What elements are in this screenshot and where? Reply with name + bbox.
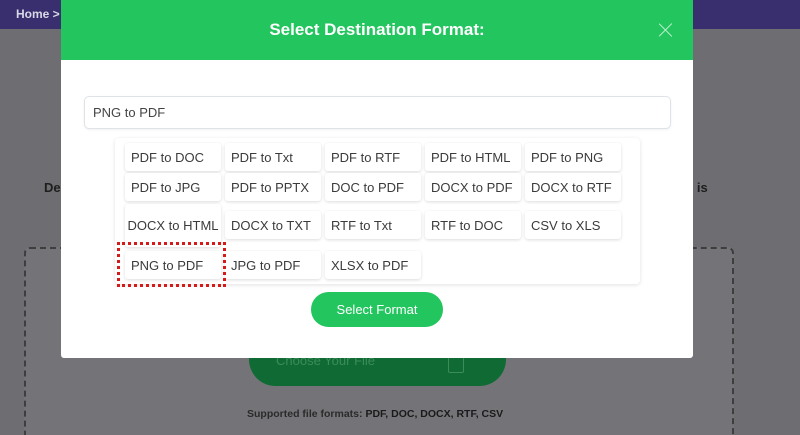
select-format-button[interactable]: Select Format: [311, 292, 443, 327]
background-description-left: De: [44, 180, 61, 195]
format-option[interactable]: PDF to DOC: [125, 143, 221, 171]
supported-formats-list: PDF, DOC, DOCX, RTF, CSV: [365, 408, 504, 420]
format-option[interactable]: DOCX to HTML: [125, 204, 221, 247]
format-option[interactable]: RTF to DOC: [425, 211, 521, 239]
format-option[interactable]: PDF to HTML: [425, 143, 521, 171]
modal-header: Select Destination Format:: [61, 0, 693, 60]
breadcrumb-home[interactable]: Home >: [16, 7, 60, 21]
format-option[interactable]: DOCX to PDF: [425, 173, 521, 201]
supported-formats-text: Supported file formats: PDF, DOC, DOCX, …: [247, 408, 503, 420]
format-options-panel: PDF to DOC PDF to Txt PDF to RTF PDF to …: [115, 138, 640, 284]
format-option[interactable]: PDF to PPTX: [225, 173, 321, 201]
format-option[interactable]: CSV to XLS: [525, 211, 621, 239]
format-option[interactable]: PDF to JPG: [125, 173, 221, 201]
format-option[interactable]: PDF to Txt: [225, 143, 321, 171]
format-option[interactable]: DOCX to RTF: [525, 173, 621, 201]
format-option[interactable]: DOC to PDF: [325, 173, 421, 201]
format-option[interactable]: DOCX to TXT: [225, 211, 321, 239]
close-icon[interactable]: [659, 23, 673, 37]
format-option[interactable]: XLSX to PDF: [325, 251, 421, 279]
modal-title: Select Destination Format:: [269, 20, 485, 39]
select-format-modal: Select Destination Format: PDF to DOC PD…: [61, 0, 693, 358]
format-option[interactable]: PDF to PNG: [525, 143, 621, 171]
supported-formats-prefix: Supported file formats:: [247, 408, 363, 420]
format-search-box[interactable]: [84, 96, 671, 129]
format-option[interactable]: PDF to RTF: [325, 143, 421, 171]
format-option-selected[interactable]: PNG to PDF: [125, 251, 221, 279]
format-option[interactable]: JPG to PDF: [225, 251, 321, 279]
format-search-input[interactable]: [85, 97, 670, 128]
format-option[interactable]: RTF to Txt: [325, 211, 421, 239]
